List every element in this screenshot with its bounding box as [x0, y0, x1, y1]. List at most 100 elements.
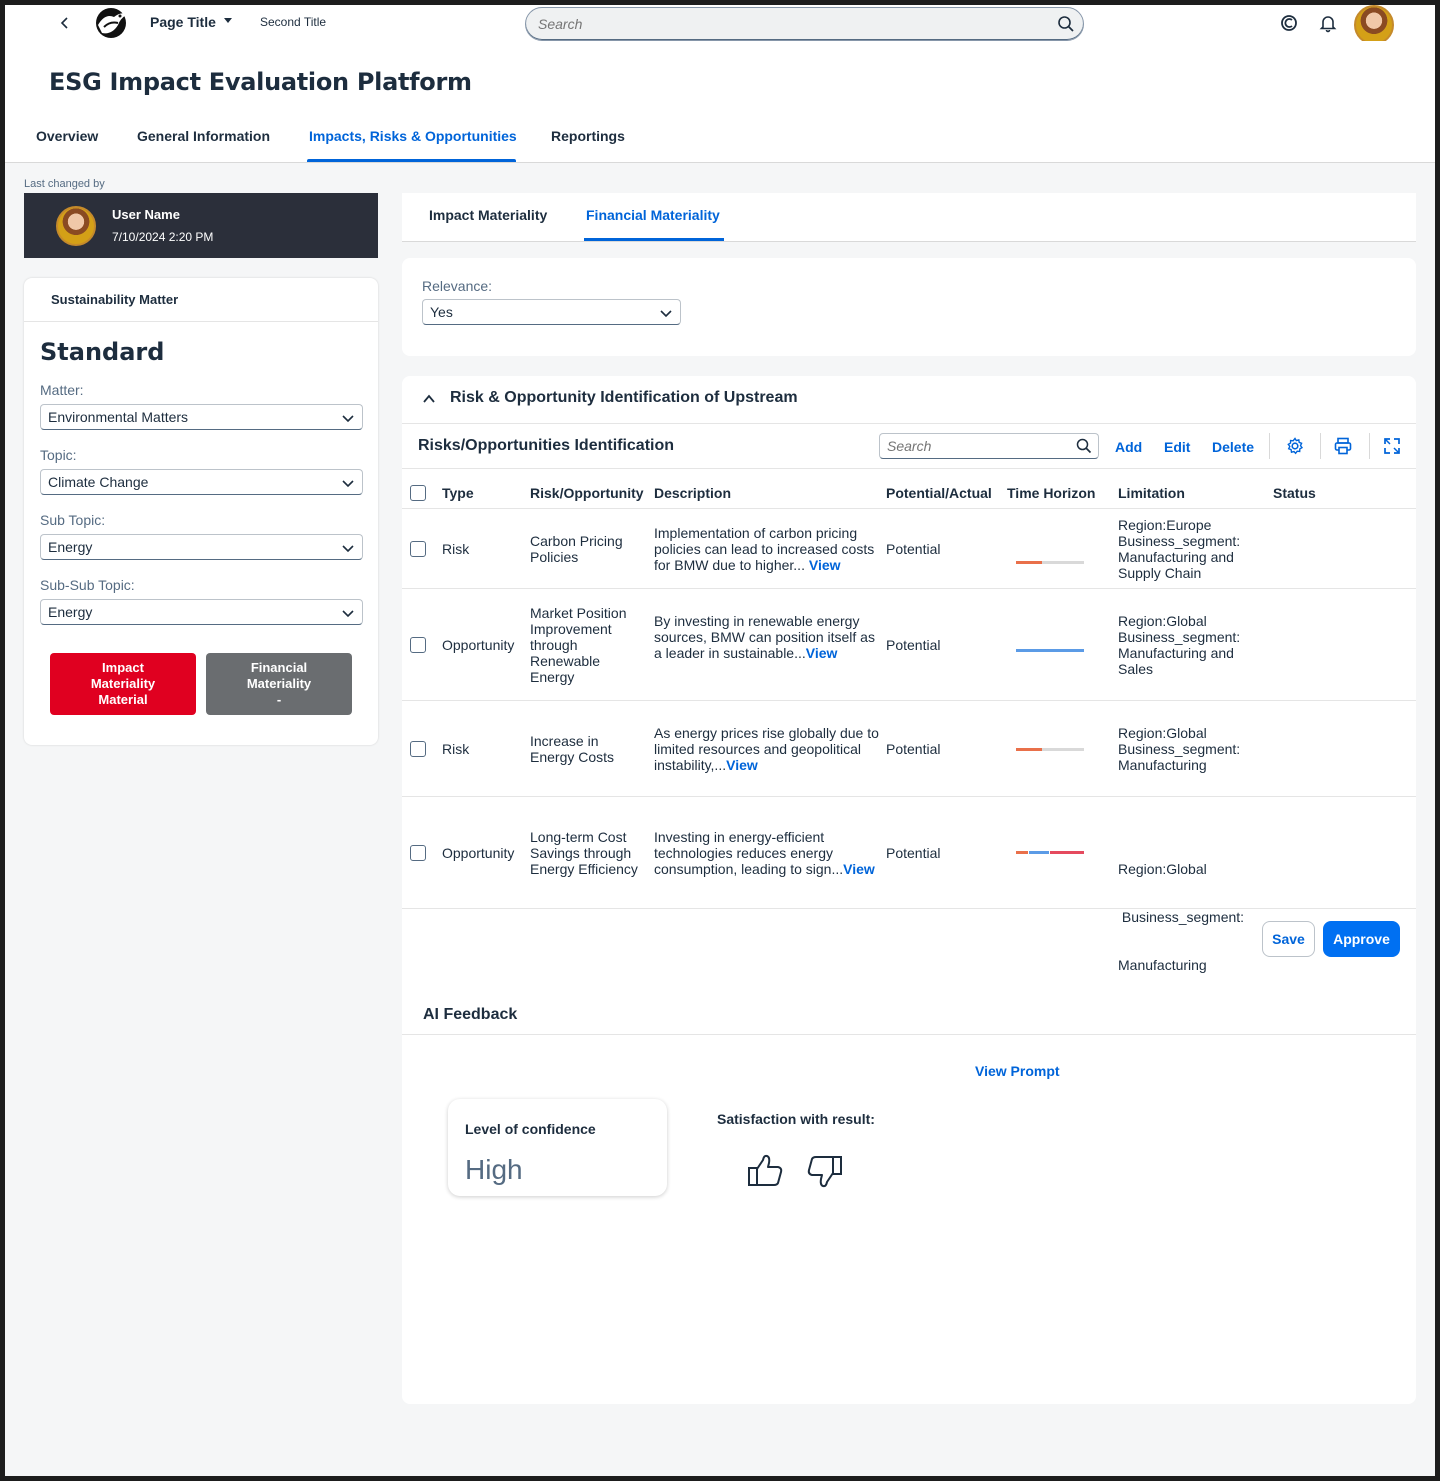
satisfaction-label: Satisfaction with result: — [717, 1111, 875, 1127]
table-search[interactable] — [879, 433, 1099, 459]
text-line: Region:Global — [1118, 861, 1207, 877]
fullscreen-icon[interactable] — [1382, 436, 1402, 456]
divider — [402, 588, 1416, 589]
text-line: Region:Europe — [1118, 517, 1212, 533]
bell-icon[interactable] — [1318, 13, 1338, 33]
tab-financial-materiality[interactable]: Financial Materiality — [586, 207, 720, 223]
edit-button[interactable]: Edit — [1164, 439, 1190, 455]
back-button[interactable] — [55, 13, 75, 33]
view-link[interactable]: View — [806, 645, 838, 661]
active-tab-indicator — [584, 238, 724, 241]
card-title: Sustainability Matter — [51, 292, 179, 307]
toolbar-separator — [1269, 433, 1270, 459]
row-potential: Potential — [886, 845, 941, 861]
save-button[interactable]: Save — [1262, 921, 1315, 957]
sub-sub-topic-select[interactable]: Energy — [40, 599, 363, 625]
view-link[interactable]: View — [726, 757, 758, 773]
btn-line: Material — [98, 692, 148, 707]
row-checkbox[interactable] — [410, 541, 426, 557]
column-header-limitation[interactable]: Limitation — [1118, 485, 1185, 501]
search-icon[interactable] — [1076, 438, 1092, 454]
text-line: Renewable — [530, 653, 601, 669]
relevance-select[interactable]: Yes — [422, 299, 681, 325]
column-header-potential-actual[interactable]: Potential/Actual — [886, 485, 992, 501]
chevron-left-icon — [60, 17, 68, 29]
approve-button[interactable]: Approve — [1323, 921, 1400, 957]
tab-impacts-risks-opportunities[interactable]: Impacts, Risks & Opportunities — [309, 128, 517, 144]
view-link[interactable]: View — [843, 861, 875, 877]
row-checkbox[interactable] — [410, 637, 426, 653]
confidence-card: Level of confidence High — [448, 1099, 667, 1196]
text-line: limited resources and geopolitical — [654, 741, 861, 757]
tab-reportings[interactable]: Reportings — [551, 128, 625, 144]
matter-select[interactable]: Environmental Matters — [40, 404, 363, 430]
row-type: Risk — [442, 741, 470, 757]
row-limitation: Region:Global Business_segment: Manufact… — [1118, 725, 1240, 773]
btn-line: Financial — [250, 660, 308, 675]
add-button[interactable]: Add — [1115, 439, 1142, 455]
impact-materiality-button[interactable]: Impact Materiality Material — [50, 653, 196, 715]
row-description: By investing in renewable energy sources… — [654, 613, 875, 661]
text-line-part: for BMW due to higher... — [654, 557, 809, 573]
topic-label: Topic: — [40, 447, 77, 463]
user-name: User Name — [112, 207, 180, 222]
row-potential: Potential — [886, 637, 941, 653]
topic-select[interactable]: Climate Change — [40, 469, 363, 495]
view-link[interactable]: View — [809, 557, 841, 573]
column-header-status[interactable]: Status — [1273, 485, 1316, 501]
time-horizon-bar-track — [1042, 561, 1084, 564]
sub-topic-select[interactable]: Energy — [40, 534, 363, 560]
shell-search-input[interactable] — [538, 8, 1038, 40]
view-prompt-link[interactable]: View Prompt — [975, 1063, 1060, 1079]
text-line: consumption, leading to sign...View — [654, 861, 875, 877]
table-search-input[interactable] — [887, 436, 1067, 456]
sub-sub-topic-label: Sub-Sub Topic: — [40, 577, 135, 593]
tab-general-information[interactable]: General Information — [137, 128, 270, 144]
time-horizon-bar-track — [1042, 748, 1084, 751]
text-line-part: a leader in sustainable... — [654, 645, 806, 661]
tab-overview[interactable]: Overview — [36, 128, 98, 144]
row-description: Implementation of carbon pricing policie… — [654, 525, 874, 573]
copilot-icon[interactable] — [1279, 13, 1299, 33]
divider — [402, 508, 1416, 509]
row-checkbox[interactable] — [410, 741, 426, 757]
row-type: Opportunity — [442, 637, 515, 653]
print-icon[interactable] — [1333, 436, 1353, 456]
active-tab-indicator — [307, 159, 516, 162]
text-line: Energy Efficiency — [530, 861, 638, 877]
thumbs-up-icon[interactable] — [745, 1151, 785, 1191]
relevance-card: Relevance: Yes — [402, 258, 1416, 356]
company-logo — [96, 8, 126, 38]
text-line: Sales — [1118, 661, 1154, 677]
time-horizon-bar-medium — [1029, 851, 1049, 854]
chevron-down-icon — [342, 480, 354, 488]
text-line: Improvement — [530, 621, 612, 637]
thumbs-down-icon[interactable] — [805, 1151, 845, 1191]
column-header-risk-opportunity[interactable]: Risk/Opportunity — [530, 485, 644, 501]
time-horizon-bar-long — [1016, 649, 1084, 652]
caret-down-icon[interactable] — [223, 15, 233, 25]
last-changed-label: Last changed by — [24, 178, 105, 190]
column-header-description[interactable]: Description — [654, 485, 731, 501]
row-risk-name: Carbon Pricing Policies — [530, 533, 623, 565]
settings-gear-icon[interactable] — [1285, 436, 1305, 456]
column-header-time-horizon[interactable]: Time Horizon — [1007, 485, 1095, 501]
row-checkbox[interactable] — [410, 845, 426, 861]
delete-button[interactable]: Delete — [1212, 439, 1254, 455]
tab-impact-materiality[interactable]: Impact Materiality — [429, 207, 547, 223]
chevron-up-icon[interactable] — [422, 392, 436, 406]
column-header-type[interactable]: Type — [442, 485, 474, 501]
financial-materiality-button[interactable]: Financial Materiality - — [206, 653, 352, 715]
select-all-checkbox[interactable] — [410, 485, 426, 501]
row-type: Risk — [442, 541, 470, 557]
page-title[interactable]: Page Title — [150, 14, 216, 30]
text-line: Supply Chain — [1118, 565, 1202, 581]
shell-search[interactable] — [525, 7, 1084, 41]
text-line: through — [530, 637, 578, 653]
search-icon[interactable] — [1057, 15, 1075, 33]
text-line: Investing in energy-efficient — [654, 829, 825, 845]
chevron-down-icon — [342, 415, 354, 423]
row-description: Investing in energy-efficient technologi… — [654, 829, 875, 877]
user-avatar[interactable] — [1354, 5, 1394, 45]
text-line: technologies reduces energy — [654, 845, 834, 861]
